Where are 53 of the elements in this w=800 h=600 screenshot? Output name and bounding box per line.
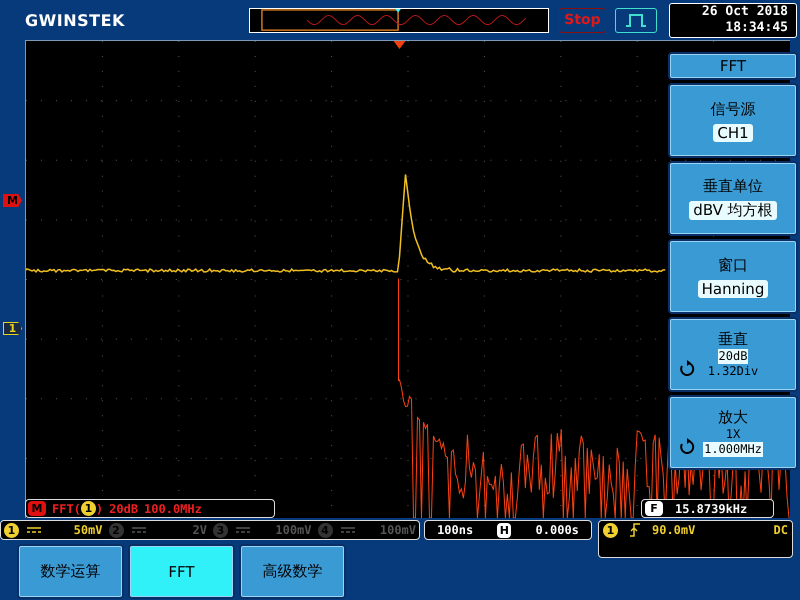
channel-marker: M	[3, 194, 22, 207]
option-label: 窗口	[718, 256, 748, 274]
trigger-level: 90.0mV	[652, 523, 696, 537]
rotate-knob-icon	[678, 360, 696, 378]
dc-coupling-icon	[132, 526, 146, 534]
frequency-value: 15.8739kHz	[675, 502, 748, 516]
option-label: 垂直单位	[703, 177, 763, 196]
trigger-mode-button[interactable]	[615, 8, 657, 32]
fft-span: 100.0MHz	[144, 502, 202, 516]
channel-scale: 50mV	[72, 523, 102, 537]
dc-coupling-icon	[340, 526, 354, 534]
pulse-icon	[624, 12, 648, 28]
channel-badge: 1	[4, 522, 19, 538]
math-badge: M	[28, 501, 46, 516]
option-value: 1.32Div	[706, 364, 760, 379]
trigger-source-badge: 1	[603, 523, 618, 538]
channel-marker: 1	[3, 322, 22, 335]
dc-coupling-icon	[27, 526, 41, 534]
option-value: 1.000MHz	[703, 442, 763, 457]
option-value: Hanning	[698, 280, 768, 298]
rising-edge-icon	[630, 523, 640, 537]
menu-option[interactable]: 垂直单位 dBV 均方根	[668, 161, 798, 236]
menu-tab[interactable]: FFT	[128, 544, 235, 599]
menu-option[interactable]: 垂直 20dB 1.32Div	[668, 317, 798, 392]
trigger-coupling: DC	[774, 523, 788, 537]
option-value: 20dB	[718, 349, 748, 364]
menu-tab[interactable]: 数学运算	[17, 544, 124, 599]
trigger-position-marker	[394, 41, 406, 49]
rotate-knob-icon	[678, 438, 696, 456]
channel-scale: 2V	[192, 523, 207, 537]
option-value: CH1	[713, 124, 753, 142]
horizontal-position: 0.000s	[536, 523, 579, 537]
brand-logo: GWINSTEK	[25, 10, 126, 30]
horizontal-badge: H	[497, 522, 512, 538]
menu-option[interactable]: 信号源 CH1	[668, 83, 798, 158]
date-text: 26 Oct 2018	[702, 4, 788, 20]
menu-title: FFT	[668, 52, 798, 80]
menu-tab[interactable]: 高级数学	[239, 544, 346, 599]
time-text: 18:34:45	[725, 20, 788, 36]
time-scale: 100ns	[437, 523, 474, 537]
option-label: 信号源	[710, 100, 756, 118]
option-value: 1X	[724, 427, 742, 442]
fft-source-label: FFT( 1 )	[52, 501, 104, 516]
frequency-badge: F	[645, 501, 663, 516]
option-label: 放大	[718, 408, 748, 427]
option-value: dBV 均方根	[689, 201, 777, 220]
channel-scale: 100mV	[274, 523, 312, 537]
channel-scale: 100mV	[378, 523, 416, 537]
dc-coupling-icon	[236, 526, 250, 534]
fft-scale: 20dB	[109, 502, 138, 516]
option-label: 垂直	[718, 330, 748, 349]
menu-option[interactable]: 放大 1X 1.000MHz	[668, 395, 798, 470]
menu-option[interactable]: 窗口 Hanning	[668, 239, 798, 314]
